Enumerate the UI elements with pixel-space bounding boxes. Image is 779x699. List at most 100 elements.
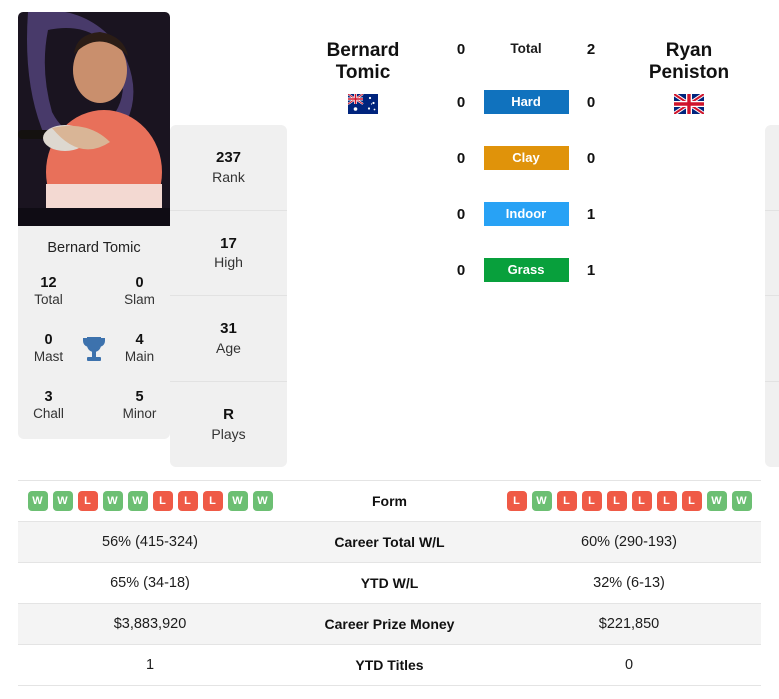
- row-label-prize-money: Career Prize Money: [324, 616, 455, 632]
- left-total-label: Total: [34, 292, 63, 308]
- h2h-hard-left: 0: [456, 93, 466, 111]
- left-high-value: 17: [220, 234, 237, 252]
- left-chall-label: Chall: [33, 406, 64, 422]
- form-badge-l[interactable]: L: [77, 491, 98, 511]
- left-slam-label: Slam: [124, 292, 155, 308]
- left-plays-label: Plays: [211, 425, 246, 442]
- left-player-caption: Bernard Tomic: [47, 240, 141, 256]
- left-trophy-icon: [71, 335, 117, 363]
- left-plays-value: R: [223, 406, 234, 424]
- left-minor-label: Minor: [122, 406, 157, 422]
- left-prize-money: $3,883,920: [113, 616, 187, 632]
- table-row-form: WWLWWLLLWW Form LWLLLLLLWW: [18, 481, 761, 522]
- left-form-badges: WWLWWLLLWW: [18, 491, 282, 511]
- form-badge-l[interactable]: L: [177, 491, 198, 511]
- form-badge-w[interactable]: W: [531, 491, 552, 511]
- comparison-stats-table: WWLWWLLLWW Form LWLLLLLLWW 56% (415-324)…: [18, 480, 761, 686]
- form-badge-w[interactable]: W: [27, 491, 48, 511]
- h2h-total-left: 0: [456, 40, 466, 58]
- form-badge-w[interactable]: W: [706, 491, 727, 511]
- table-row-prize-money: $3,883,920 Career Prize Money $221,850: [18, 604, 761, 645]
- h2h-grass-right: 1: [586, 261, 596, 279]
- h2h-stack: 0 Total 2 0 Hard 0 0 Clay 0 0 Indoor 1 0…: [439, 40, 613, 282]
- h2h-row-clay: 0 Clay 0: [439, 146, 613, 170]
- left-rank-cell: 237 Rank: [170, 125, 287, 211]
- left-total-value: 12: [40, 275, 57, 291]
- form-badge-l[interactable]: L: [681, 491, 702, 511]
- left-minor-titles: 5 Minor: [117, 388, 162, 423]
- form-badge-l[interactable]: L: [152, 491, 173, 511]
- form-badge-l[interactable]: L: [656, 491, 677, 511]
- h2h-row-indoor: 0 Indoor 1: [439, 202, 613, 226]
- table-row-ytd-titles: 1 YTD Titles 0: [18, 645, 761, 686]
- right-ytd-titles: 0: [624, 657, 634, 673]
- form-badge-w[interactable]: W: [102, 491, 123, 511]
- left-player-column: Bernard Tomic 12 Total 0 Slam 0 Mast 4 M…: [18, 12, 170, 439]
- row-label-ytd-titles: YTD Titles: [355, 657, 424, 673]
- right-first-name: Ryan: [665, 40, 713, 61]
- left-player-photo[interactable]: [18, 12, 170, 226]
- left-main-label: Main: [124, 349, 155, 365]
- h2h-clay-left: 0: [456, 149, 466, 167]
- right-last-name: Peniston: [648, 62, 730, 84]
- h2h-total-label: Total: [510, 41, 542, 56]
- left-chall-titles: 3 Chall: [26, 388, 71, 423]
- table-row-career-wl: 56% (415-324) Career Total W/L 60% (290-…: [18, 522, 761, 563]
- form-badge-l[interactable]: L: [606, 491, 627, 511]
- form-badge-l[interactable]: L: [202, 491, 223, 511]
- h2h-grass-left: 0: [456, 261, 466, 279]
- names-and-h2h: Bernard Tomic 0 Total 2 0 Hard 0 0 Clay …: [287, 40, 765, 282]
- united-kingdom-flag-icon: [674, 93, 704, 114]
- left-slam-titles: 0 Slam: [117, 274, 162, 309]
- row-label-ytd-wl: YTD W/L: [360, 575, 419, 591]
- right-plays-cell: L Plays: [765, 382, 779, 468]
- form-badge-w[interactable]: W: [227, 491, 248, 511]
- form-badge-w[interactable]: W: [731, 491, 752, 511]
- surface-badge-indoor[interactable]: Indoor: [483, 202, 569, 226]
- right-prize-money: $221,850: [598, 616, 660, 632]
- surface-badge-hard[interactable]: Hard: [483, 90, 569, 114]
- form-badge-l[interactable]: L: [506, 491, 527, 511]
- left-player-titles-card: Bernard Tomic 12 Total 0 Slam 0 Mast 4 M…: [18, 226, 170, 439]
- form-badge-w[interactable]: W: [52, 491, 73, 511]
- row-label-form: Form: [372, 493, 407, 509]
- surface-badge-grass[interactable]: Grass: [483, 258, 569, 282]
- left-rank-card: 237 Rank 17 High 31 Age R Plays: [170, 125, 287, 467]
- left-age-label: Age: [216, 339, 241, 356]
- left-player-name-block: Bernard Tomic: [287, 40, 439, 119]
- form-badge-l[interactable]: L: [556, 491, 577, 511]
- h2h-hard-right: 0: [586, 93, 596, 111]
- left-rank-column: 237 Rank 17 High 31 Age R Plays: [170, 125, 287, 467]
- left-mast-value: 0: [44, 332, 53, 348]
- table-row-ytd-wl: 65% (34-18) YTD W/L 32% (6-13): [18, 563, 761, 604]
- left-high-label: High: [214, 254, 243, 271]
- player-comparison-section: Bernard Tomic 12 Total 0 Slam 0 Mast 4 M…: [0, 0, 779, 470]
- form-badge-w[interactable]: W: [252, 491, 273, 511]
- left-main-titles: 4 Main: [117, 331, 162, 366]
- head-to-head-column: Bernard Tomic 0 Total 2 0 Hard 0 0 Clay …: [287, 12, 765, 282]
- h2h-row-total: 0 Total 2: [439, 40, 613, 58]
- right-form-badges: LWLLLLLLWW: [497, 491, 761, 511]
- left-high-cell: 17 High: [170, 211, 287, 296]
- left-ytd-wl: 65% (34-18): [110, 575, 190, 591]
- h2h-indoor-left: 0: [456, 205, 466, 223]
- form-badge-l[interactable]: L: [581, 491, 602, 511]
- left-age-value: 31: [220, 320, 237, 338]
- left-total-titles: 12 Total: [26, 274, 71, 309]
- left-rank-label: Rank: [212, 168, 245, 185]
- right-ytd-wl: 32% (6-13): [593, 575, 665, 591]
- form-badge-l[interactable]: L: [631, 491, 652, 511]
- left-rank-value: 237: [215, 149, 242, 167]
- right-age-cell: 28 Age: [765, 296, 779, 382]
- left-first-name: Bernard: [326, 40, 400, 61]
- right-rank-column: 278 Rank 123 High 28 Age L Plays: [765, 125, 779, 467]
- left-minor-value: 5: [135, 389, 144, 405]
- row-label-career-wl: Career Total W/L: [334, 534, 445, 550]
- h2h-row-grass: 0 Grass 1: [439, 258, 613, 282]
- form-badge-w[interactable]: W: [127, 491, 148, 511]
- surface-badge-clay[interactable]: Clay: [483, 146, 569, 170]
- left-mast-label: Mast: [33, 349, 64, 365]
- left-plays-cell: R Plays: [170, 382, 287, 468]
- right-career-wl: 60% (290-193): [581, 534, 677, 550]
- h2h-row-hard: 0 Hard 0: [439, 90, 613, 114]
